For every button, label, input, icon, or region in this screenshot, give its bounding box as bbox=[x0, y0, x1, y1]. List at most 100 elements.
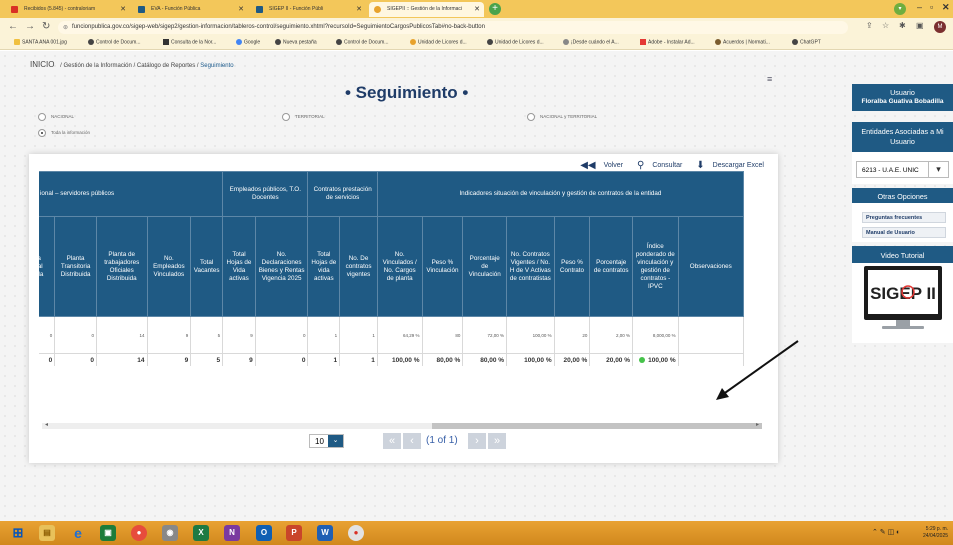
table-column-header-row: a ral idaPlanta Transitoria DistribuidaP… bbox=[39, 216, 745, 317]
table-cell: 0 bbox=[39, 353, 56, 366]
column-header: No. Vinculados / No. Cargos de planta bbox=[376, 216, 423, 317]
url-text: funcionpublica.gov.co/sigep-web/sigep2/g… bbox=[72, 24, 485, 30]
otras-opciones-title: Otras Opciones bbox=[852, 188, 953, 203]
gmail-icon bbox=[11, 6, 18, 13]
forward-arrow-icon[interactable]: → bbox=[25, 21, 35, 32]
bookmark-item[interactable]: Google bbox=[236, 39, 260, 45]
word-icon[interactable]: W bbox=[317, 525, 333, 541]
bookmark-item[interactable]: ¡Desde cuándo el A... bbox=[563, 39, 619, 45]
scroll-right-icon[interactable]: ▸ bbox=[756, 421, 759, 428]
radio-nacional-territorial[interactable]: NACIONAL y TERRITORIAL bbox=[527, 113, 597, 121]
new-tab-button[interactable]: + bbox=[489, 3, 501, 15]
tab-label: EVA - Función Pública bbox=[151, 6, 201, 12]
breadcrumb-item[interactable]: Gestión de la Información bbox=[63, 63, 131, 69]
tab-label: Recibidos (5.845) - contraloriam bbox=[24, 6, 96, 12]
table-cell: 14 bbox=[95, 353, 148, 366]
table-cell: 20,00 % bbox=[553, 353, 591, 366]
table-cell: 80,00 % bbox=[421, 353, 464, 366]
clock[interactable]: 5:29 p. m. 24/04/2025 bbox=[923, 526, 948, 540]
bookmark-item[interactable]: Unidad de Licores d... bbox=[487, 39, 544, 45]
close-tab-icon[interactable]: ✕ bbox=[238, 5, 244, 13]
table-cell: 100,00 % bbox=[506, 353, 555, 366]
bookmark-item[interactable]: Adobe - Instalar Ad... bbox=[640, 39, 695, 45]
bookmark-item[interactable]: SANTA ANA 001.jpg bbox=[14, 39, 67, 45]
table-cell: 100,00 % bbox=[632, 353, 679, 366]
report-card: ◀◀ Volver ⚲ Consultar ⬇ Descargar Excel ion… bbox=[29, 154, 778, 463]
bookmarks-bar: SANTA ANA 001.jpg Control de Docum... Co… bbox=[0, 37, 953, 50]
extensions-icon[interactable]: ✱ bbox=[899, 21, 906, 30]
sidepanel-icon[interactable]: ▣ bbox=[916, 21, 924, 30]
bookmark-item[interactable]: Nueva pestaña bbox=[275, 39, 317, 45]
excel-icon[interactable]: X bbox=[193, 525, 209, 541]
breadcrumb-home[interactable]: INICIO bbox=[30, 60, 54, 69]
volver-button[interactable]: ◀◀ Volver bbox=[574, 160, 623, 171]
table-cell: 5 bbox=[190, 316, 224, 354]
table-row: 0 0 14 9 5 9 0 1 1 64,29 % 80 72,00 % 100,00 % 20 2,00… bbox=[39, 316, 745, 354]
maximize-icon[interactable]: ▫ bbox=[930, 2, 933, 12]
edge-icon[interactable]: e bbox=[70, 525, 86, 541]
consultar-button[interactable]: ⚲ Consultar bbox=[631, 160, 682, 171]
column-header: No. De contratos vigentes bbox=[339, 216, 378, 317]
back-arrow-icon[interactable]: ← bbox=[8, 21, 18, 32]
close-tab-icon[interactable]: ✕ bbox=[356, 5, 362, 13]
bookmark-item[interactable]: ChatGPT bbox=[792, 39, 821, 45]
chrome-active-icon[interactable]: ● bbox=[348, 525, 364, 541]
page-size-select[interactable]: 10 ⌄ bbox=[309, 434, 344, 448]
browser-tab-eva[interactable]: EVA - Función Pública ✕ bbox=[133, 2, 248, 17]
radio-territorial[interactable]: TERRITORIAL bbox=[282, 113, 325, 121]
bookmark-item[interactable]: Control de Docum... bbox=[336, 39, 388, 45]
first-page-button[interactable]: « bbox=[383, 433, 401, 449]
share-icon[interactable]: ⇪ bbox=[866, 21, 873, 30]
tab-search-icon[interactable]: ▾ bbox=[894, 3, 906, 15]
outlook-icon[interactable]: O bbox=[256, 525, 272, 541]
group-header: ional – servidores públicos bbox=[39, 171, 224, 217]
close-window-icon[interactable]: ✕ bbox=[942, 2, 950, 13]
paginator: 10 ⌄ « ‹ (1 of 1) › » bbox=[29, 432, 778, 450]
download-icon: ⬇ bbox=[696, 160, 705, 171]
powerpoint-icon[interactable]: P bbox=[286, 525, 302, 541]
browser-tab-gmail[interactable]: Recibidos (5.845) - contraloriam ✕ bbox=[6, 2, 130, 17]
breadcrumb-item[interactable]: Catálogo de Reportes bbox=[137, 63, 195, 69]
breadcrumb: INICIO / Gestión de la Información / Cat… bbox=[30, 60, 234, 69]
descargar-excel-button[interactable]: ⬇ Descargar Excel bbox=[690, 160, 764, 171]
horizontal-scrollbar[interactable]: ◂ ▸ bbox=[42, 421, 762, 429]
next-page-button[interactable]: › bbox=[468, 433, 486, 449]
chrome-icon[interactable]: ● bbox=[131, 525, 147, 541]
profile-avatar[interactable]: M bbox=[934, 21, 946, 33]
menu-hamburger-icon[interactable]: ≡ bbox=[767, 74, 772, 84]
bookmark-star-icon[interactable]: ☆ bbox=[882, 21, 889, 30]
onenote-icon[interactable]: N bbox=[224, 525, 240, 541]
url-field[interactable]: ⊛ funcionpublica.gov.co/sigep-web/sigep2… bbox=[58, 21, 848, 34]
tab-label: SIGEP II - Función Públi bbox=[269, 6, 324, 12]
windows-start-icon[interactable]: ⊞ bbox=[10, 525, 26, 541]
scrollbar-thumb[interactable] bbox=[432, 423, 762, 429]
browser-tab-sigep-active[interactable]: SIGEPII :: Gestión de la Informaci ✕ bbox=[369, 2, 484, 17]
close-tab-icon[interactable]: ✕ bbox=[474, 5, 480, 13]
entidad-select[interactable]: 6213 - U.A.E. UNIC ▾ bbox=[856, 161, 949, 178]
browser-tab-sigep[interactable]: SIGEP II - Función Públi ✕ bbox=[251, 2, 366, 17]
radio-nacional[interactable]: NACIONAL bbox=[38, 113, 74, 121]
column-header: Peso % Contrato bbox=[553, 216, 591, 317]
bookmark-item[interactable]: Consulta de la Nor... bbox=[163, 39, 216, 45]
scroll-left-icon[interactable]: ◂ bbox=[45, 421, 48, 428]
manual-usuario-link[interactable]: Manual de Usuario bbox=[862, 227, 946, 238]
prev-page-button[interactable]: ‹ bbox=[403, 433, 421, 449]
sigep-video-logo[interactable]: SIGEP II bbox=[862, 264, 944, 341]
table-cell: 9 bbox=[146, 316, 192, 354]
radio-toda-informacion[interactable]: Toda la información bbox=[38, 129, 90, 137]
bookmark-item[interactable]: Unidad de Licores d... bbox=[410, 39, 467, 45]
last-page-button[interactable]: » bbox=[488, 433, 506, 449]
media-icon[interactable]: ◉ bbox=[162, 525, 178, 541]
bookmark-item[interactable]: Control de Docum... bbox=[88, 39, 140, 45]
column-header: Total Vacantes bbox=[190, 216, 224, 317]
system-tray[interactable]: ⌃ ✎ ◫ ◐ bbox=[872, 528, 900, 536]
reload-icon[interactable]: ↻ bbox=[42, 21, 50, 32]
close-tab-icon[interactable]: ✕ bbox=[120, 5, 126, 13]
column-header: Peso % Vinculación bbox=[421, 216, 464, 317]
minimize-icon[interactable]: – bbox=[917, 2, 922, 12]
preguntas-frecuentes-link[interactable]: Preguntas frecuentes bbox=[862, 212, 946, 223]
file-explorer-icon[interactable]: ▤ bbox=[39, 525, 55, 541]
calendar-icon[interactable]: ▣ bbox=[100, 525, 116, 541]
bookmark-item[interactable]: Acuerdos | Normati... bbox=[715, 39, 770, 45]
table-cell: 0 bbox=[54, 353, 97, 366]
